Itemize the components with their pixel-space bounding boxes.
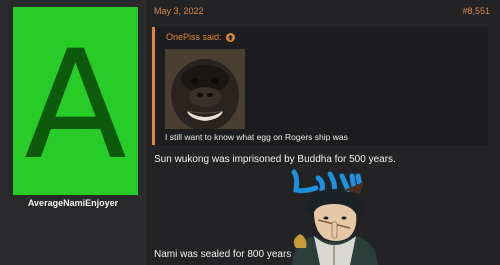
quote-attribution[interactable]: OnePiss said: [166,32,235,42]
post-body-line-1: Sun wukong was imprisoned by Buddha for … [154,154,396,165]
post-number-link[interactable]: #8,551 [462,6,490,20]
arrow-up-circle-icon[interactable] [225,32,235,42]
post-body-line-2: Nami was sealed for 800 years [154,249,292,260]
avatar[interactable]: A [13,7,138,195]
post-date-link[interactable]: May 3, 2022 [154,6,204,20]
forum-post: A AverageNamiEnjoyer May 3, 2022 #8,551 … [0,0,500,265]
username-link[interactable]: AverageNamiEnjoyer [0,198,146,208]
quoted-gorilla-image [165,49,245,129]
quote-text: I still want to know what egg on Rogers … [165,132,348,142]
quote-author-label: OnePiss said: [166,32,222,42]
user-column: A AverageNamiEnjoyer [0,0,146,265]
avatar-letter: A [24,19,127,193]
quote-block: OnePiss said: I still want to know what … [152,27,488,145]
post-main: May 3, 2022 #8,551 OnePiss said: I still… [146,0,500,265]
crocodile-sticker-image [278,168,388,265]
post-header: May 3, 2022 #8,551 [154,6,490,20]
